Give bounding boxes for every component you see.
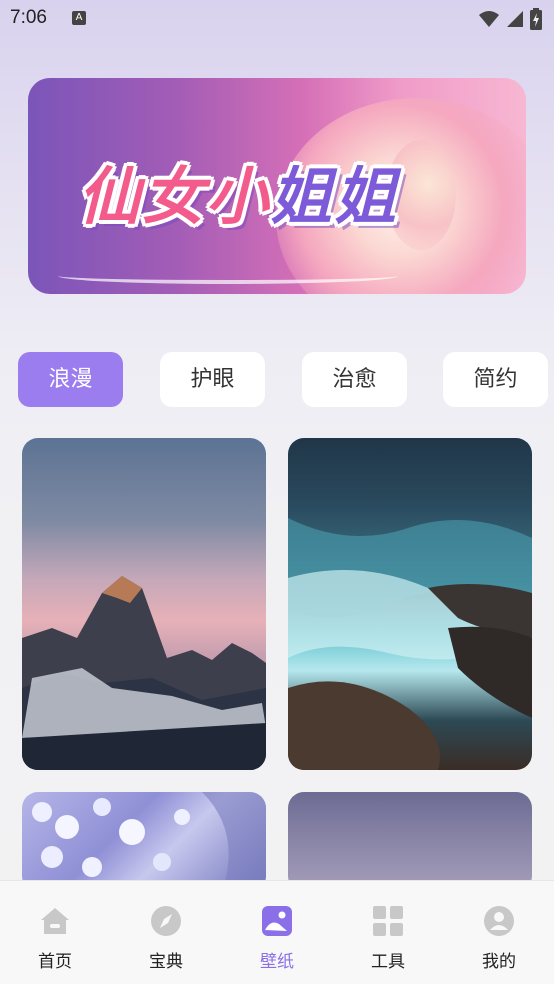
- tab-healing[interactable]: 治愈: [302, 352, 407, 407]
- wallpaper-card-ocean[interactable]: [288, 438, 532, 770]
- nav-item-profile[interactable]: 我的: [444, 881, 554, 984]
- wallpaper-card-mountain[interactable]: [22, 438, 266, 770]
- banner-logo-purple: 姐姐: [270, 160, 399, 233]
- home-icon: [41, 908, 69, 934]
- a-icon: A: [72, 11, 86, 25]
- banner-ribbon: [58, 268, 398, 284]
- nav-label-home: 首页: [38, 952, 72, 972]
- cellular-signal-icon: [507, 11, 523, 27]
- compass-icon: [151, 906, 181, 936]
- nav-label-tools: 工具: [371, 952, 405, 972]
- profile-icon: [484, 906, 514, 936]
- bottom-navigation: 首页 宝典 壁纸 工具 我的: [0, 880, 554, 984]
- status-icons: [478, 8, 542, 30]
- tab-minimal[interactable]: 简约: [443, 352, 548, 407]
- nav-label-guide: 宝典: [149, 952, 183, 972]
- grid-icon: [373, 906, 403, 936]
- nav-item-guide[interactable]: 宝典: [111, 881, 221, 984]
- banner-logo: 仙女小姐姐: [78, 146, 398, 236]
- nav-label-profile: 我的: [482, 952, 516, 972]
- wallpaper-card-purple-sky[interactable]: [288, 792, 532, 892]
- ocean-image: [288, 518, 532, 770]
- nav-label-wallpaper: 壁纸: [260, 952, 294, 972]
- mountain-image: [22, 576, 266, 770]
- wallpaper-card-flowers[interactable]: [22, 792, 266, 892]
- wallpaper-icon: [262, 906, 292, 936]
- status-bar: 7:06 A: [0, 0, 554, 38]
- flowers-image: [32, 792, 266, 892]
- tab-eye-care[interactable]: 护眼: [160, 352, 265, 407]
- wifi-icon: [479, 11, 499, 27]
- hero-banner[interactable]: 仙女小姐姐: [28, 78, 526, 294]
- nav-item-home[interactable]: 首页: [0, 881, 110, 984]
- status-time: 7:06: [10, 7, 47, 28]
- banner-logo-pink: 仙女小: [78, 160, 271, 233]
- tab-romantic[interactable]: 浪漫: [18, 352, 123, 407]
- nav-item-tools[interactable]: 工具: [333, 881, 443, 984]
- nav-item-wallpaper[interactable]: 壁纸: [222, 881, 332, 984]
- battery-icon: [530, 8, 542, 30]
